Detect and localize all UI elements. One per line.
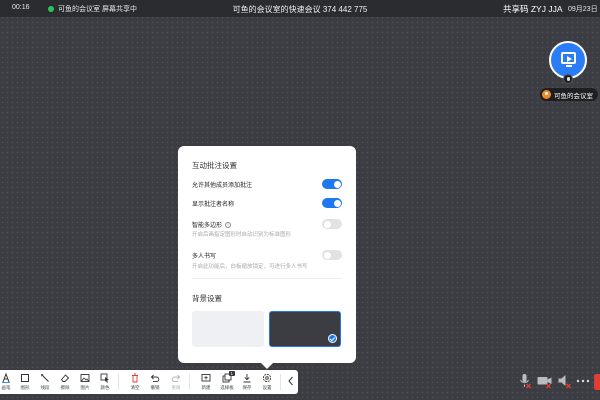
smart-polygon-label-text: 智能多边形: [192, 223, 223, 229]
tool-save[interactable]: 保存: [237, 372, 257, 392]
more-options-icon[interactable]: [574, 372, 592, 390]
tool-label: 重做: [171, 385, 181, 390]
background-option-light[interactable]: [192, 311, 264, 347]
toolbar-divider: [118, 374, 119, 390]
tool-pen[interactable]: 画笔: [0, 372, 16, 392]
collapse-toolbar-button[interactable]: [281, 372, 301, 392]
line-icon: [41, 374, 49, 382]
screen-share-icon-stand: [566, 65, 572, 67]
eraser-icon: [60, 374, 70, 382]
tool-label: 图形: [20, 385, 30, 390]
presenter-name: 可鱼的会议室: [554, 92, 593, 100]
chevron-left-icon: [288, 376, 293, 386]
trash-icon: [132, 373, 138, 383]
info-icon[interactable]: i: [225, 222, 232, 229]
tool-label: 擦除: [60, 385, 70, 390]
smart-polygon-toggle[interactable]: [322, 219, 342, 229]
tool-clear[interactable]: 清空: [125, 372, 145, 392]
redo-icon: [171, 374, 181, 383]
whiteboard-toolbar: 画笔 图形 线段 擦除 图片 颜色 清空 撤销 重做 新建 1 选择板 保存 设…: [0, 370, 298, 394]
cursor-color-icon: [100, 373, 109, 383]
selected-check-icon: [328, 334, 337, 343]
tool-shape[interactable]: 图形: [15, 372, 35, 392]
image-icon: [80, 374, 90, 382]
tool-image[interactable]: 图片: [75, 372, 95, 392]
tool-settings[interactable]: 设置: [257, 372, 277, 392]
annotation-settings-panel: 互动批注设置 允许其他成员添加批注 显示批注者名称 智能多边形 i 开启后画指定图…: [178, 146, 356, 369]
tool-label: 图片: [80, 385, 90, 390]
toolbar-divider: [189, 374, 190, 390]
tool-eraser[interactable]: 擦除: [55, 372, 75, 392]
tool-new[interactable]: 新建: [196, 372, 216, 392]
multi-writing-description: 开启此功能后，白板缩放锁定，可进行多人书写: [192, 264, 308, 270]
tool-line[interactable]: 线段: [35, 372, 55, 392]
speaker-muted-icon[interactable]: [556, 372, 574, 390]
allow-annotation-toggle[interactable]: [322, 179, 342, 189]
option-label-multi-writing: 多人书写: [192, 254, 217, 260]
tool-label: 画笔: [1, 385, 11, 390]
download-icon: [243, 374, 251, 383]
share-code[interactable]: 共享码 ZYJ JJA: [503, 3, 563, 15]
screen-share-icon: [561, 52, 576, 64]
tool-board[interactable]: 1 选择板: [217, 371, 237, 392]
option-label-smart-polygon: 智能多边形 i: [192, 220, 232, 229]
background-settings-title: 背景设置: [192, 294, 222, 303]
undo-icon: [150, 374, 160, 383]
panel-title: 互动批注设置: [192, 161, 237, 170]
multi-writing-toggle[interactable]: [322, 250, 342, 260]
pen-icon: [2, 373, 10, 383]
tool-label: 设置: [262, 385, 272, 390]
camera-off-icon[interactable]: [536, 372, 554, 390]
tool-label: 撤销: [150, 385, 160, 390]
option-label-allow-annotation: 允许其他成员添加批注: [192, 183, 253, 189]
square-icon: [21, 374, 29, 382]
date-label: 09月23日: [568, 6, 598, 13]
user-icon: [542, 90, 551, 99]
background-option-dark[interactable]: [269, 311, 341, 347]
board-count-badge: 1: [229, 371, 235, 376]
tool-undo[interactable]: 撤销: [145, 372, 165, 392]
microphone-icon: [563, 74, 573, 84]
tool-color[interactable]: 颜色: [95, 372, 115, 392]
tool-label: 选择板: [220, 385, 234, 390]
tool-redo[interactable]: 重做: [166, 372, 186, 392]
show-names-toggle[interactable]: [322, 198, 342, 208]
tool-label: 颜色: [100, 385, 110, 390]
leave-meeting-button[interactable]: [594, 374, 600, 390]
microphone-muted-icon[interactable]: [516, 372, 534, 390]
presenter-name-tag: 可鱼的会议室: [540, 88, 598, 101]
new-board-icon: [201, 374, 211, 382]
option-label-show-names: 显示批注者名称: [192, 202, 235, 208]
top-bar: 00:16 可鱼的会议室 屏幕共享中 可鱼的会议室的快速会议 374 442 7…: [0, 0, 600, 17]
tool-label: 新建: [201, 385, 211, 390]
tool-label: 线段: [40, 385, 50, 390]
tool-label: 保存: [242, 385, 252, 390]
divider: [192, 278, 342, 279]
tool-label: 清空: [130, 385, 140, 390]
smart-polygon-description: 开启后画指定图形时自动识别为标准图形: [192, 232, 292, 238]
gear-icon: [262, 373, 272, 383]
